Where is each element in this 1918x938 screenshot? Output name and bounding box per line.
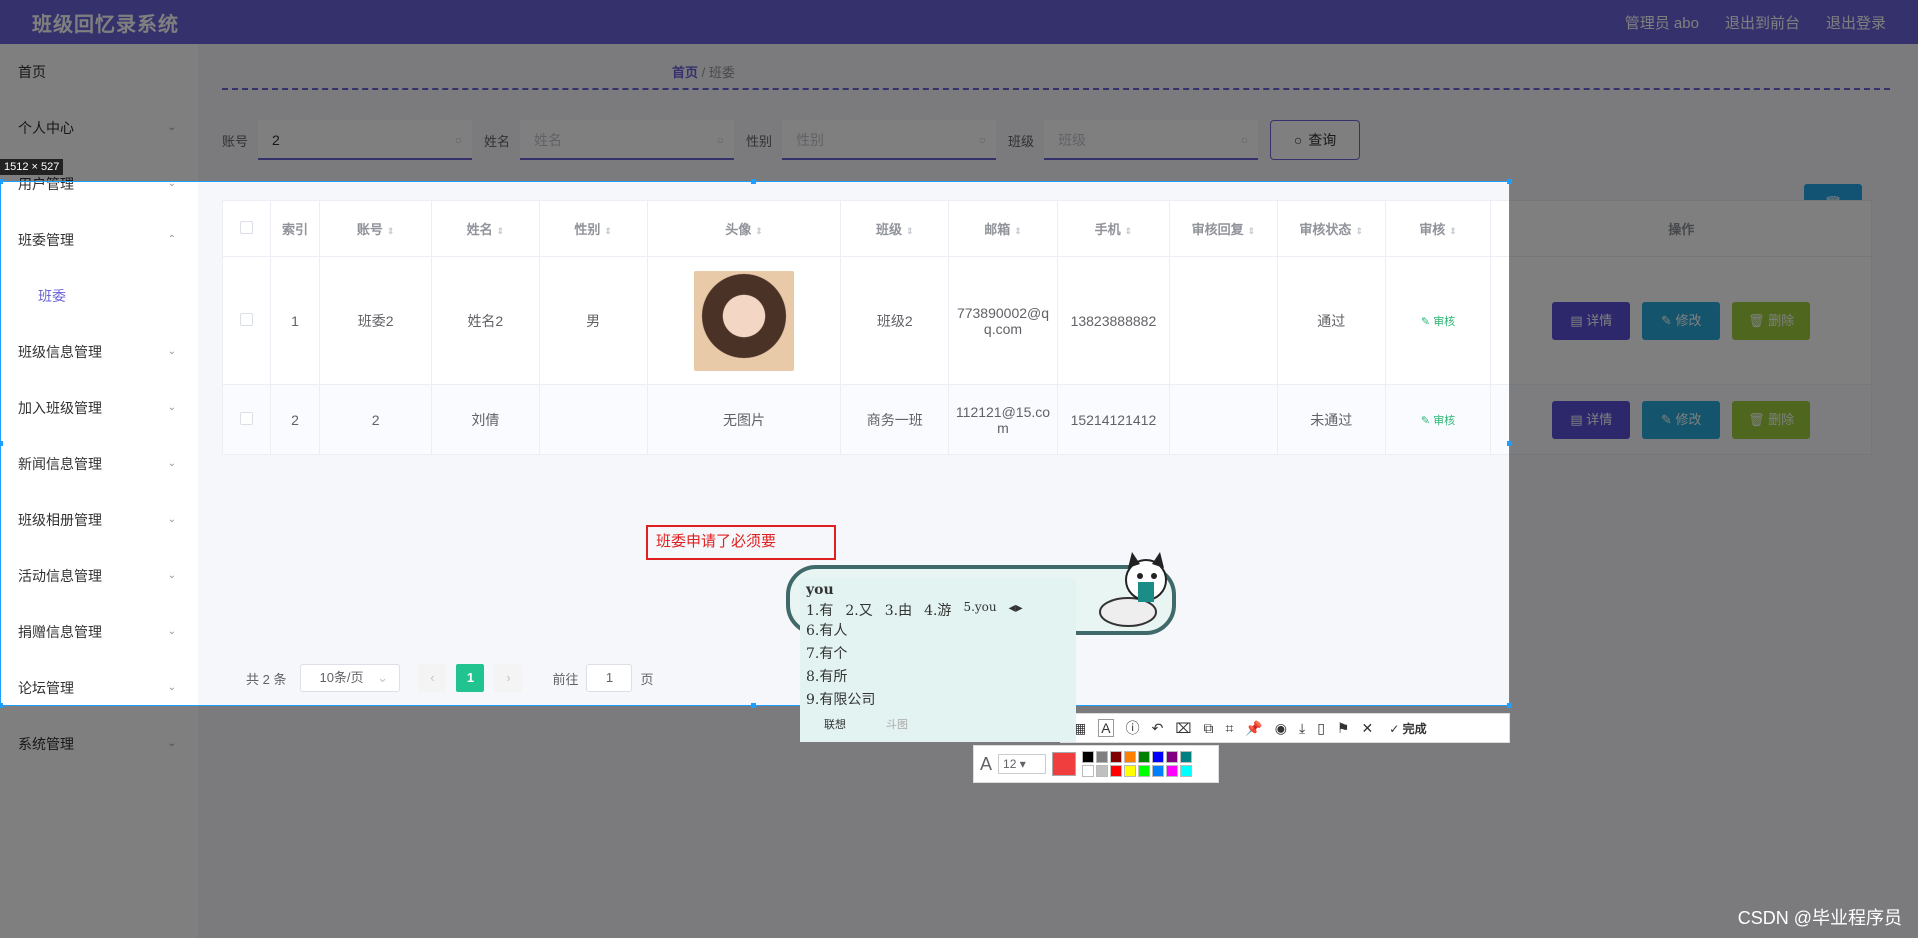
capture-dim-right [1510, 181, 1918, 706]
ime-tabs: 联想 斗图 [806, 716, 1070, 732]
selection-handle[interactable] [751, 179, 756, 184]
capture-toolbar: ▦ A ⓘ ↶ ⌧ ⧉ ⌗ 📌 ◉ ⤓ ▯ ⚑ ✕ ✓ 完成 [1060, 713, 1510, 743]
translate-icon[interactable]: ⧉ [1203, 720, 1213, 737]
check-icon: ✓ [1389, 721, 1400, 736]
ime-candidate[interactable]: 6.有人 [806, 620, 1070, 643]
ime-candidate[interactable]: 9.有限公司 [806, 689, 1070, 712]
color-swatch[interactable] [1082, 765, 1095, 777]
font-size-value: 12 [1003, 757, 1017, 771]
selection-handle[interactable] [1507, 703, 1512, 708]
text-tool-icon[interactable]: A [1098, 719, 1114, 737]
font-icon: A [980, 753, 993, 774]
crop-icon[interactable]: ⌧ [1175, 720, 1191, 737]
color-palette [1082, 751, 1193, 777]
close-icon[interactable]: ✕ [1361, 720, 1373, 737]
ime-composition: you [806, 582, 834, 598]
color-swatch[interactable] [1082, 751, 1095, 763]
undo-icon[interactable]: ↶ [1152, 720, 1164, 737]
color-swatch[interactable] [1166, 765, 1179, 777]
phone-icon[interactable]: ▯ [1317, 720, 1325, 737]
bookmark-icon[interactable]: ⚑ [1337, 720, 1350, 737]
ime-page-arrows-icon[interactable]: ◂▸ [1009, 600, 1023, 620]
color-swatch[interactable] [1110, 765, 1123, 777]
capture-selection[interactable] [0, 181, 1510, 706]
current-color-swatch[interactable] [1052, 752, 1077, 776]
color-swatch[interactable] [1124, 751, 1137, 763]
selection-handle[interactable] [0, 703, 3, 708]
color-swatch[interactable] [1096, 765, 1109, 777]
color-swatch[interactable] [1124, 765, 1137, 777]
color-swatch[interactable] [1180, 765, 1193, 777]
ime-candidate[interactable]: 1.有 [806, 600, 833, 620]
watermark: CSDN @毕业程序员 [1737, 908, 1902, 928]
download-icon[interactable]: ⤓ [1299, 720, 1305, 737]
color-swatch[interactable] [1110, 751, 1123, 763]
color-swatch[interactable] [1152, 765, 1165, 777]
selection-handle[interactable] [751, 703, 756, 708]
ime-candidate[interactable]: 5.you [963, 600, 996, 620]
record-icon[interactable]: ◉ [1275, 720, 1287, 737]
color-swatch[interactable] [1138, 751, 1151, 763]
color-swatch[interactable] [1166, 751, 1179, 763]
selection-handle[interactable] [0, 179, 3, 184]
ime-mascot-icon [1099, 552, 1167, 627]
selection-handle[interactable] [0, 441, 3, 446]
font-size-select[interactable]: 12 ▾ [998, 754, 1047, 774]
done-button[interactable]: ✓ 完成 [1389, 720, 1426, 737]
capture-dim-top [0, 0, 1918, 181]
ime-candidate[interactable]: 7.有个 [806, 643, 1070, 666]
ime-tab-sticker[interactable]: 斗图 [886, 716, 908, 732]
caret-down-icon: ▾ [1019, 757, 1026, 771]
ime-candidates: you 1.有 2.又 3.由 4.游 5.you ◂▸ 6.有人 7.有个 8… [800, 578, 1076, 742]
ime-candidate[interactable]: 4.游 [924, 600, 951, 620]
done-label: 完成 [1402, 721, 1427, 736]
color-swatch[interactable] [1152, 751, 1165, 763]
number-marker-icon[interactable]: ⓘ [1126, 718, 1140, 738]
ime-first-row: 1.有 2.又 3.由 4.游 5.you ◂▸ [806, 600, 1070, 620]
selection-handle[interactable] [1507, 179, 1512, 184]
ime-tab-associate[interactable]: 联想 [824, 716, 846, 732]
color-swatch[interactable] [1138, 765, 1151, 777]
selection-handle[interactable] [1507, 441, 1512, 446]
color-swatch[interactable] [1180, 751, 1193, 763]
ime-candidate[interactable]: 2.又 [845, 600, 872, 620]
ime-candidate[interactable]: 8.有所 [806, 666, 1070, 689]
ime-candidate[interactable]: 3.由 [885, 600, 912, 620]
pin-icon[interactable]: 📌 [1245, 720, 1262, 737]
color-swatch[interactable] [1096, 751, 1109, 763]
scan-icon[interactable]: ⌗ [1225, 720, 1233, 737]
text-style-panel: A 12 ▾ [973, 745, 1219, 783]
text-annotation[interactable]: 班委申请了必须要 [646, 525, 836, 560]
capture-size-label: 1512 × 527 [0, 159, 64, 175]
